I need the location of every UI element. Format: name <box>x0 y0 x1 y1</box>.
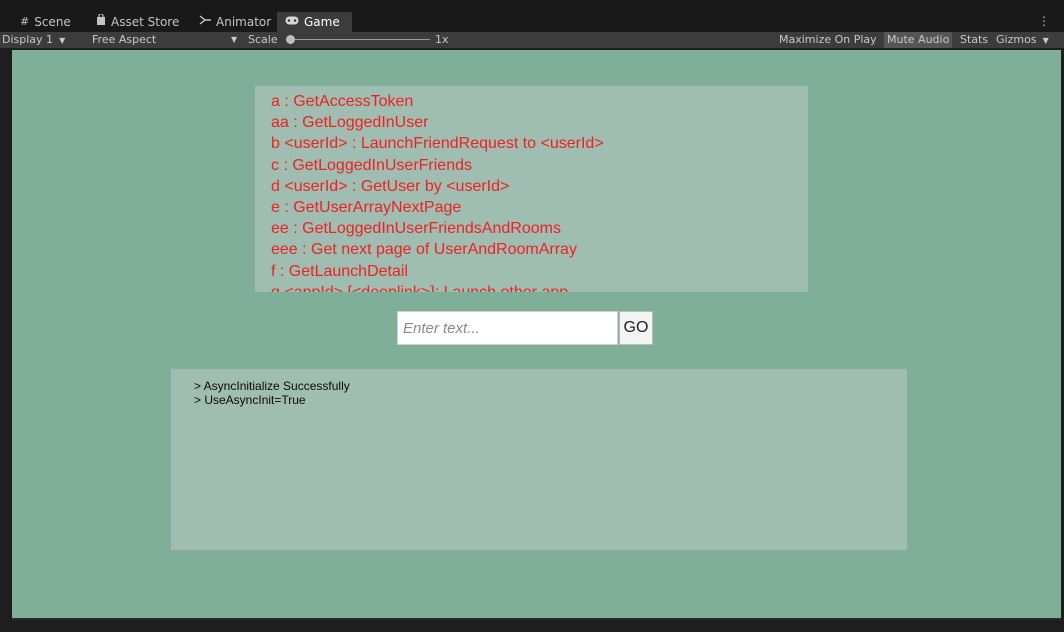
chevron-down-icon: ▼ <box>56 36 66 45</box>
gamepad-icon <box>285 12 299 32</box>
tab-scene[interactable]: # Scene <box>12 12 79 32</box>
maximize-on-play-toggle[interactable]: Maximize On Play <box>776 32 880 48</box>
log-line: > AsyncInitialize Successfully <box>194 379 350 393</box>
display-dropdown[interactable]: Display 1 ▼ <box>2 32 65 48</box>
command-item: a : GetAccessToken <box>271 93 414 110</box>
editor-tab-bar: # Scene Asset Store Animator Game ⋮ <box>0 0 1064 32</box>
game-view: a : GetAccessToken aa : GetLoggedInUser … <box>12 50 1061 618</box>
view-bottom-border <box>12 618 1061 620</box>
command-item: b <userId> : LaunchFriendRequest to <use… <box>271 135 604 153</box>
command-input[interactable] <box>398 312 617 344</box>
gizmos-label: Gizmos <box>996 33 1037 46</box>
tab-scene-label: Scene <box>34 15 71 29</box>
display-label: Display 1 <box>2 33 54 46</box>
chevron-down-icon: ▼ <box>1040 36 1049 45</box>
chevron-down-icon: ▼ <box>231 35 238 44</box>
tab-animator[interactable]: Animator <box>191 12 279 32</box>
aspect-label: Free Aspect <box>92 33 157 46</box>
stats-toggle[interactable]: Stats <box>957 32 991 48</box>
command-item: ee : GetLoggedInUserFriendsAndRooms <box>271 220 561 238</box>
tab-game-label: Game <box>304 15 340 29</box>
command-item: d <userId> : GetUser by <userId> <box>271 177 510 195</box>
scale-slider-track[interactable] <box>290 39 430 40</box>
grid-icon: # <box>20 15 30 28</box>
game-view-toolbar: Display 1 ▼ Free Aspect ▼ Scale 1x Maxim… <box>0 32 1064 48</box>
log-line: > UseAsyncInit=True <box>194 393 306 407</box>
command-input-box <box>397 311 618 345</box>
animator-icon <box>199 12 211 32</box>
more-options-icon[interactable]: ⋮ <box>1038 13 1050 29</box>
command-item: aa : GetLoggedInUser <box>271 114 429 132</box>
gizmos-toggle[interactable]: Gizmos ▼ <box>993 32 1052 48</box>
mute-audio-toggle[interactable]: Mute Audio <box>884 32 953 48</box>
tab-asset-store[interactable]: Asset Store <box>88 12 187 32</box>
tab-animator-label: Animator <box>216 15 272 29</box>
go-button[interactable]: GO <box>619 311 653 345</box>
tab-game[interactable]: Game <box>277 12 352 32</box>
scale-value: 1x <box>435 33 449 46</box>
scale-label: Scale <box>248 33 278 46</box>
tab-asset-store-label: Asset Store <box>111 15 180 29</box>
output-log-panel: > AsyncInitialize Successfully > UseAsyn… <box>170 368 908 551</box>
command-item: e : GetUserArrayNextPage <box>271 199 462 217</box>
shopping-bag-icon <box>96 12 106 32</box>
command-item: c : GetLoggedInUserFriends <box>271 156 472 174</box>
scale-slider-handle[interactable] <box>286 35 295 44</box>
command-item: g <appId> [<deeplink>]: Launch other app <box>255 282 808 292</box>
command-item: f : GetLaunchDetail <box>271 262 408 280</box>
command-list-panel: a : GetAccessToken aa : GetLoggedInUser … <box>255 86 808 292</box>
aspect-dropdown[interactable]: Free Aspect ▼ <box>92 32 242 48</box>
command-item: eee : Get next page of UserAndRoomArray <box>271 241 577 259</box>
